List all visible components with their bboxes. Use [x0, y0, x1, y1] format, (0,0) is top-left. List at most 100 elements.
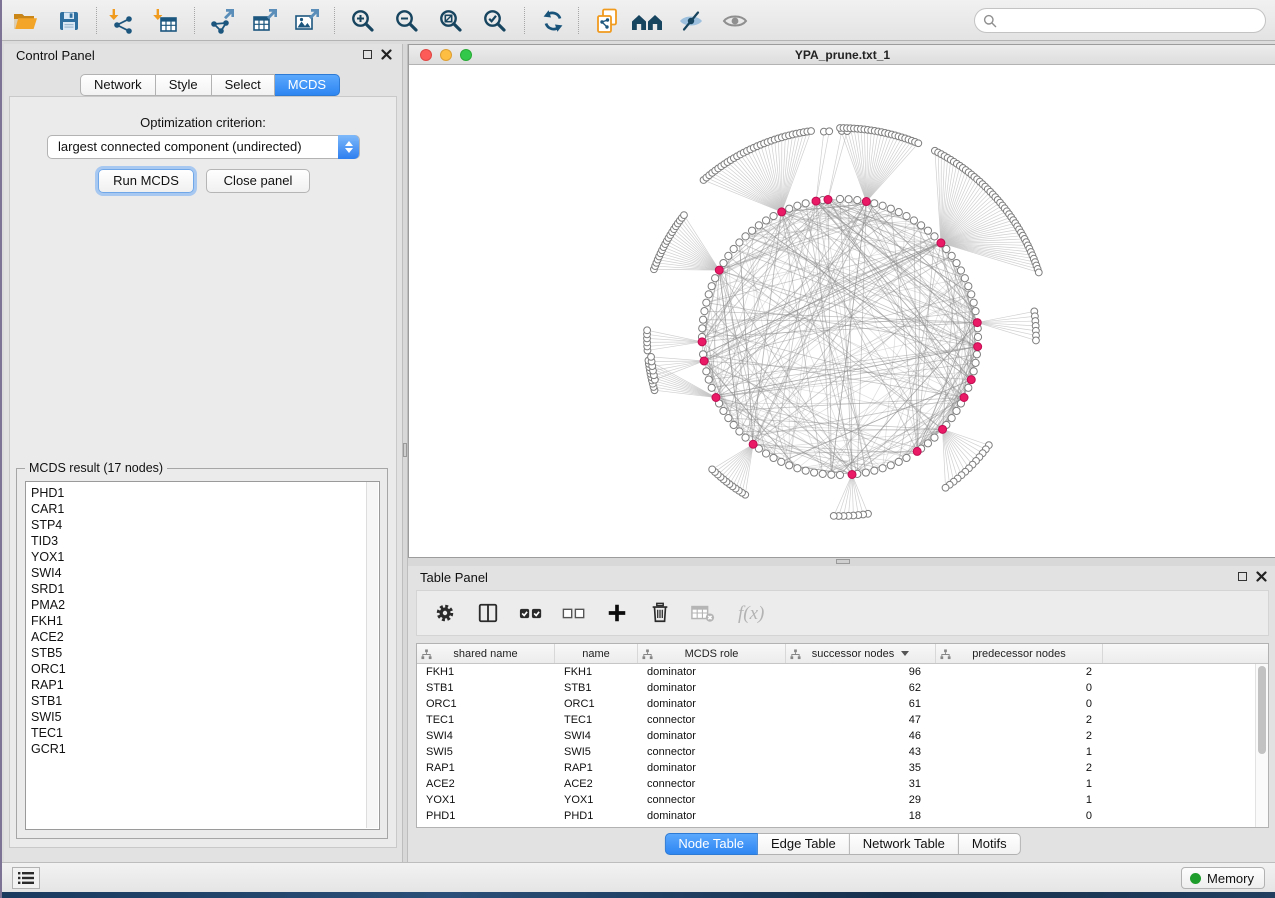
table-cell[interactable]: ORC1 [417, 696, 555, 712]
zoom-out-icon[interactable] [390, 5, 424, 36]
table-row[interactable]: ORC1ORC1dominator610 [417, 696, 1268, 712]
table-cell[interactable]: 96 [786, 664, 936, 680]
tab-edge-table[interactable]: Edge Table [758, 833, 850, 855]
table-cell[interactable]: 35 [786, 760, 936, 776]
first-neighbors-icon[interactable] [630, 5, 664, 36]
column-header-successor-nodes[interactable]: successor nodes [786, 644, 936, 663]
table-cell[interactable]: 43 [786, 744, 936, 760]
mcds-result-item[interactable]: SRD1 [31, 581, 379, 597]
mcds-result-item[interactable]: SWI4 [31, 565, 379, 581]
float-panel-icon[interactable] [1238, 572, 1247, 581]
horizontal-splitter[interactable] [408, 558, 1275, 566]
table-cell[interactable]: SWI4 [417, 728, 555, 744]
mcds-result-item[interactable]: FKH1 [31, 613, 379, 629]
close-panel-icon[interactable] [1256, 571, 1267, 582]
table-cell[interactable]: 61 [786, 696, 936, 712]
table-cell[interactable]: 0 [936, 680, 1103, 696]
splitter-grip[interactable] [836, 559, 850, 564]
table-cell[interactable]: 0 [936, 696, 1103, 712]
mcds-result-list[interactable]: PHD1CAR1STP4TID3YOX1SWI4SRD1PMA2FKH1ACE2… [25, 481, 380, 830]
tab-style[interactable]: Style [156, 74, 212, 96]
tab-motifs[interactable]: Motifs [959, 833, 1021, 855]
table-cell[interactable]: dominator [638, 696, 786, 712]
export-network-icon[interactable] [205, 5, 239, 36]
table-cell[interactable]: TEC1 [417, 712, 555, 728]
mcds-result-item[interactable]: STP4 [31, 517, 379, 533]
tab-network-table[interactable]: Network Table [850, 833, 959, 855]
table-cell[interactable]: 1 [936, 792, 1103, 808]
optimization-criterion-select[interactable]: largest connected component (undirected) [47, 135, 360, 159]
splitter-grip[interactable] [403, 443, 407, 457]
save-session-icon[interactable] [52, 5, 86, 36]
table-cell[interactable]: YOX1 [417, 792, 555, 808]
column-header-shared-name[interactable]: shared name [417, 644, 555, 663]
table-cell[interactable]: 1 [936, 776, 1103, 792]
column-header-MCDS-role[interactable]: MCDS role [638, 644, 786, 663]
table-cell[interactable]: connector [638, 712, 786, 728]
table-row[interactable]: ACE2ACE2connector311 [417, 776, 1268, 792]
table-cell[interactable]: dominator [638, 760, 786, 776]
import-network-icon[interactable] [104, 5, 138, 36]
close-panel-icon[interactable] [381, 49, 392, 60]
tab-network[interactable]: Network [80, 74, 156, 96]
mcds-result-item[interactable]: TEC1 [31, 725, 379, 741]
table-cell[interactable]: FKH1 [417, 664, 555, 680]
table-row[interactable]: RAP1RAP1dominator352 [417, 760, 1268, 776]
table-cell[interactable]: RAP1 [417, 760, 555, 776]
result-list-scrollbar[interactable] [366, 482, 378, 828]
add-column-icon[interactable] [605, 601, 629, 625]
table-cell[interactable]: SWI5 [555, 744, 638, 760]
mcds-result-item[interactable]: SWI5 [31, 709, 379, 725]
select-all-checkboxes-icon[interactable] [519, 601, 543, 625]
table-row[interactable]: TEC1TEC1connector472 [417, 712, 1268, 728]
zoom-in-icon[interactable] [346, 5, 380, 36]
tab-select[interactable]: Select [212, 74, 275, 96]
table-row[interactable]: STB1STB1dominator620 [417, 680, 1268, 696]
column-header-predecessor-nodes[interactable]: predecessor nodes [936, 644, 1103, 663]
table-cell[interactable]: ORC1 [555, 696, 638, 712]
import-table-icon[interactable] [148, 5, 182, 36]
column-header-name[interactable]: name [555, 644, 638, 663]
open-file-icon[interactable] [8, 5, 42, 36]
float-panel-icon[interactable] [363, 50, 372, 59]
table-cell[interactable]: 2 [936, 760, 1103, 776]
toggle-columns-icon[interactable] [476, 601, 500, 625]
table-cell[interactable]: 2 [936, 728, 1103, 744]
run-mcds-button[interactable]: Run MCDS [98, 169, 194, 193]
table-cell[interactable]: PHD1 [417, 808, 555, 824]
tab-mcds[interactable]: MCDS [275, 74, 340, 96]
table-cell[interactable]: 2 [936, 712, 1103, 728]
table-header-row[interactable]: shared namenameMCDS rolesuccessor nodesp… [417, 644, 1268, 664]
table-cell[interactable]: 46 [786, 728, 936, 744]
table-cell[interactable]: dominator [638, 728, 786, 744]
mcds-result-item[interactable]: CAR1 [31, 501, 379, 517]
memory-button[interactable]: Memory [1181, 867, 1265, 889]
delete-column-icon[interactable] [648, 601, 672, 625]
table-cell[interactable]: connector [638, 792, 786, 808]
mcds-result-item[interactable]: GCR1 [31, 741, 379, 757]
table-cell[interactable]: STB1 [417, 680, 555, 696]
table-cell[interactable]: dominator [638, 680, 786, 696]
mcds-result-item[interactable]: ACE2 [31, 629, 379, 645]
close-panel-button[interactable]: Close panel [206, 169, 310, 193]
table-cell[interactable]: 18 [786, 808, 936, 824]
table-cell[interactable]: 1 [936, 744, 1103, 760]
search-box[interactable] [974, 8, 1266, 33]
table-cell[interactable]: SWI5 [417, 744, 555, 760]
table-row[interactable]: FKH1FKH1dominator962 [417, 664, 1268, 680]
mcds-result-item[interactable]: RAP1 [31, 677, 379, 693]
tab-node-table[interactable]: Node Table [664, 833, 758, 855]
zoom-fit-icon[interactable] [434, 5, 468, 36]
table-cell[interactable]: STB1 [555, 680, 638, 696]
table-row[interactable]: SWI5SWI5connector431 [417, 744, 1268, 760]
scrollbar-thumb[interactable] [1258, 666, 1266, 754]
table-row[interactable]: SWI4SWI4dominator462 [417, 728, 1268, 744]
search-input[interactable] [997, 13, 1265, 28]
mcds-result-item[interactable]: ORC1 [31, 661, 379, 677]
table-cell[interactable]: 29 [786, 792, 936, 808]
settings-gear-icon[interactable] [433, 601, 457, 625]
table-cell[interactable]: 47 [786, 712, 936, 728]
table-cell[interactable]: RAP1 [555, 760, 638, 776]
network-window-titlebar[interactable]: YPA_prune.txt_1 [409, 45, 1275, 65]
mcds-result-item[interactable]: PMA2 [31, 597, 379, 613]
